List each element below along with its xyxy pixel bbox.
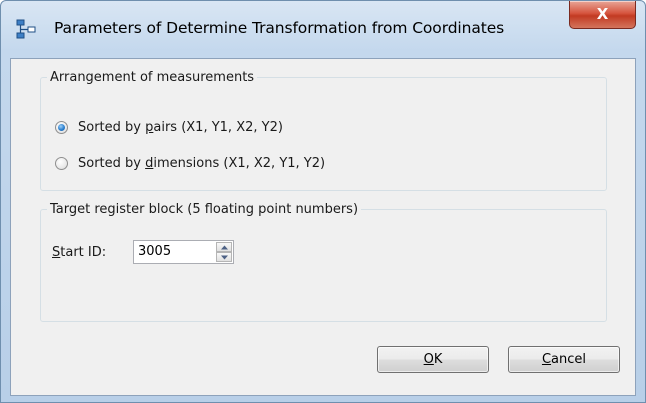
arrangement-group-legend: Arrangement of measurements: [50, 70, 255, 85]
start-id-input[interactable]: [134, 241, 210, 263]
target-register-group-legend: Target register block (5 floating point …: [50, 202, 359, 217]
ok-button[interactable]: OK: [377, 346, 489, 373]
cancel-button[interactable]: Cancel: [508, 346, 620, 373]
target-register-group: Target register block (5 floating point …: [40, 202, 607, 322]
start-id-spinner[interactable]: [133, 240, 234, 264]
radio-sorted-by-pairs[interactable]: Sorted by pairs (X1, Y1, X2, Y2): [55, 117, 283, 137]
close-icon: X: [596, 5, 609, 23]
spin-down-button[interactable]: [216, 252, 232, 262]
close-button[interactable]: X: [569, 1, 636, 29]
dialog-window: Parameters of Determine Transformation f…: [0, 0, 646, 403]
window-title: Parameters of Determine Transformation f…: [54, 19, 505, 37]
radio-label-dimensions[interactable]: Sorted by dimensions (X1, X2, Y1, Y2): [78, 156, 325, 171]
radio-button-pairs[interactable]: [55, 120, 68, 134]
chevron-down-icon: [221, 255, 228, 260]
radio-sorted-by-dimensions[interactable]: Sorted by dimensions (X1, X2, Y1, Y2): [55, 153, 325, 173]
tree-structure-icon: [16, 19, 36, 39]
dialog-client-area: Arrangement of measurements Sorted by pa…: [10, 58, 636, 396]
radio-button-dimensions[interactable]: [55, 156, 68, 170]
chevron-up-icon: [221, 245, 228, 250]
spinner-buttons: [216, 242, 232, 262]
spin-up-button[interactable]: [216, 242, 232, 252]
start-id-label: Start ID:: [52, 245, 107, 260]
radio-label-pairs[interactable]: Sorted by pairs (X1, Y1, X2, Y2): [78, 120, 283, 135]
title-bar[interactable]: Parameters of Determine Transformation f…: [1, 1, 645, 57]
